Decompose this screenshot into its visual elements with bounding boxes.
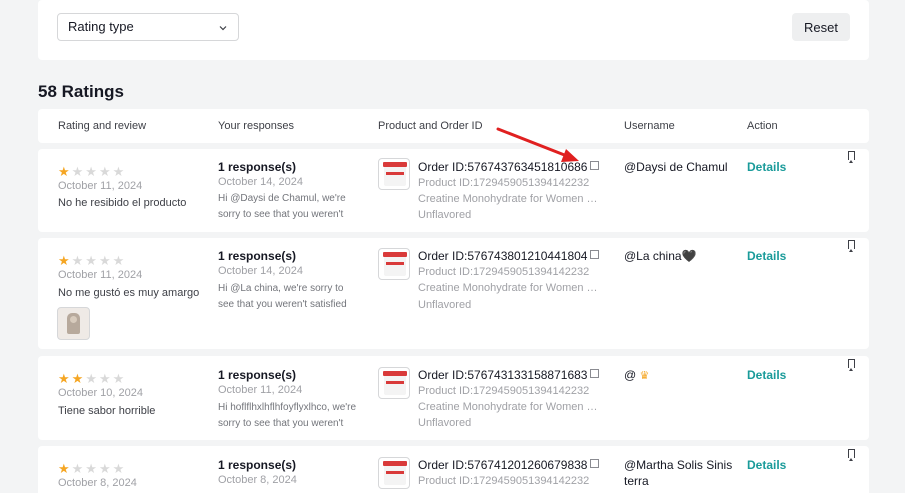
annotation-arrow: [496, 127, 579, 162]
